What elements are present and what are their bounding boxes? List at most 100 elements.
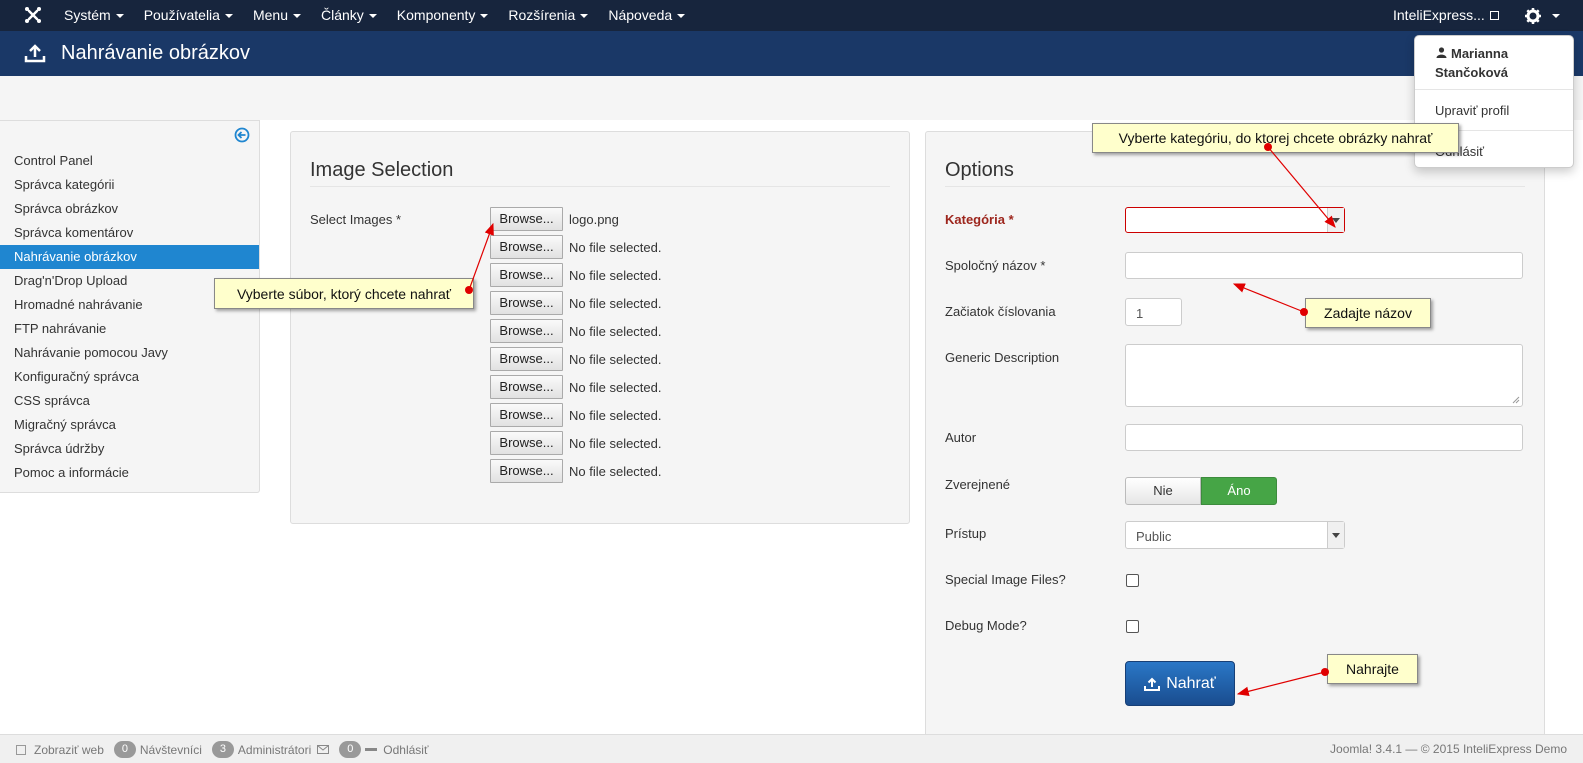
- caret-down-icon: [115, 14, 124, 19]
- description-textarea[interactable]: [1125, 344, 1523, 407]
- published-yes-button[interactable]: Áno: [1201, 477, 1277, 505]
- browse-button[interactable]: Browse...: [490, 207, 563, 231]
- access-value: Public: [1136, 529, 1172, 544]
- edit-profile-link[interactable]: Upraviť profil: [1435, 103, 1509, 118]
- browse-button[interactable]: Browse...: [490, 235, 563, 259]
- site-link[interactable]: InteliExpress...: [1393, 0, 1499, 31]
- menu-articles[interactable]: Články: [321, 0, 377, 31]
- author-input[interactable]: [1125, 424, 1523, 451]
- menu-help[interactable]: Nápoveda: [608, 0, 686, 31]
- browse-button[interactable]: Browse...: [490, 319, 563, 343]
- visitors-label: Návštevníci: [139, 742, 202, 757]
- numbering-start-label: Začiatok číslovania: [945, 304, 1056, 319]
- file-status: logo.png: [569, 211, 619, 227]
- collapse-sidebar-icon[interactable]: [234, 127, 250, 143]
- sidebar-item-migration[interactable]: Migračný správca: [0, 413, 259, 437]
- numbering-start-input[interactable]: 1: [1125, 298, 1182, 326]
- browse-button[interactable]: Browse...: [490, 403, 563, 427]
- admins-count-badge: 3: [211, 741, 234, 758]
- messages-count-badge: 0: [339, 741, 362, 758]
- callout-select-file: Vyberte súbor, ktorý chcete nahrať: [214, 278, 474, 309]
- divider: [1415, 89, 1573, 90]
- browse-button[interactable]: Browse...: [490, 291, 563, 315]
- file-input-row: Browse... No file selected.: [490, 235, 662, 259]
- debug-mode-checkbox[interactable]: [1126, 620, 1139, 633]
- sidebar-item-help[interactable]: Pomoc a informácie: [0, 461, 259, 485]
- menu-label: Systém: [64, 7, 111, 23]
- status-left: Zobraziť web 0 Návštevníci 3 Administrát…: [16, 741, 428, 758]
- external-link-icon: [16, 744, 26, 755]
- file-input-row: Browse... No file selected.: [490, 375, 662, 399]
- caret-down-icon: [293, 14, 301, 19]
- user-menu-toggle[interactable]: [1525, 6, 1561, 26]
- sidebar-item-maintenance[interactable]: Správca údržby: [0, 437, 259, 461]
- file-input-row: Browse... No file selected.: [490, 347, 662, 371]
- published-no-button[interactable]: Nie: [1125, 477, 1201, 505]
- file-input-row: Browse... No file selected.: [490, 291, 662, 315]
- menu-extensions[interactable]: Rozšírenia: [508, 0, 589, 31]
- sidebar-item-configuration[interactable]: Konfiguračný správca: [0, 365, 259, 389]
- file-status: No file selected.: [569, 239, 662, 255]
- divider: [310, 186, 890, 187]
- menu-menus[interactable]: Menu: [253, 0, 301, 31]
- menu-components[interactable]: Komponenty: [397, 0, 489, 31]
- sidebar-item-control-panel[interactable]: Control Panel: [0, 149, 259, 173]
- browse-button[interactable]: Browse...: [490, 375, 563, 399]
- menu-label: Rozšírenia: [508, 7, 576, 23]
- file-input-row: Browse... No file selected.: [490, 431, 662, 455]
- callout-upload: Nahrajte: [1327, 654, 1418, 684]
- sidebar-item-java-upload[interactable]: Nahrávanie pomocou Javy: [0, 341, 259, 365]
- browse-button[interactable]: Browse...: [490, 459, 563, 483]
- footer-logout-link[interactable]: Odhlásiť: [383, 743, 428, 757]
- common-name-label: Spoločný názov *: [945, 258, 1046, 273]
- browse-button[interactable]: Browse...: [490, 347, 563, 371]
- category-select[interactable]: [1125, 207, 1345, 233]
- main-menu: Systém Používatelia Menu Články Komponen…: [64, 0, 705, 31]
- sidebar-item-ftp-upload[interactable]: FTP nahrávanie: [0, 317, 259, 341]
- top-navbar: Systém Používatelia Menu Články Komponen…: [0, 0, 1583, 31]
- debug-mode-label: Debug Mode?: [945, 618, 1027, 633]
- toolbar-area: [0, 76, 1583, 120]
- browse-button[interactable]: Browse...: [490, 263, 563, 287]
- callout-select-category: Vyberte kategóriu, do ktorej chcete obrá…: [1092, 123, 1459, 153]
- sidebar-item-categories[interactable]: Správca kategórii: [0, 173, 259, 197]
- menu-system[interactable]: Systém: [64, 0, 124, 31]
- visitors-count-badge: 0: [113, 741, 136, 758]
- callout-enter-name: Zadajte názov: [1305, 298, 1431, 328]
- upload-button[interactable]: Nahrať: [1125, 661, 1235, 706]
- special-files-checkbox[interactable]: [1126, 574, 1139, 587]
- caret-down-icon: [580, 14, 589, 19]
- file-status: No file selected.: [569, 379, 662, 395]
- file-status: No file selected.: [569, 463, 662, 479]
- browse-button[interactable]: Browse...: [490, 431, 563, 455]
- gear-icon: [1525, 8, 1541, 24]
- options-title: Options: [945, 159, 1014, 181]
- upload-icon: [24, 44, 46, 63]
- file-input-row: Browse... No file selected.: [490, 263, 662, 287]
- envelope-icon[interactable]: [317, 745, 330, 754]
- sidebar-item-upload-images[interactable]: Nahrávanie obrázkov: [0, 245, 259, 269]
- site-name: InteliExpress...: [1393, 7, 1485, 23]
- joomla-logo-icon[interactable]: [24, 6, 42, 24]
- user-name-text: Marianna Stančoková: [1435, 46, 1509, 80]
- file-status: No file selected.: [569, 295, 662, 311]
- sidebar-item-images[interactable]: Správca obrázkov: [0, 197, 259, 221]
- author-label: Autor: [945, 430, 977, 445]
- chevron-down-icon: [1327, 522, 1344, 548]
- menu-label: Komponenty: [396, 7, 476, 23]
- admins-label: Administrátori: [237, 742, 312, 757]
- sidebar-item-comments[interactable]: Správca komentárov: [0, 221, 259, 245]
- file-status: No file selected.: [569, 407, 662, 423]
- access-select[interactable]: Public: [1125, 521, 1345, 549]
- file-status: No file selected.: [569, 267, 662, 283]
- resize-handle-icon[interactable]: [1510, 394, 1520, 404]
- external-link-icon: [1489, 10, 1499, 20]
- sidebar-menu: Control Panel Správca kategórii Správca …: [0, 149, 259, 485]
- file-input-row: Browse... No file selected.: [490, 319, 662, 343]
- menu-users[interactable]: Používatelia: [144, 0, 233, 31]
- minus-icon: [365, 747, 378, 751]
- common-name-input[interactable]: [1125, 252, 1523, 279]
- view-site-link[interactable]: Zobraziť web: [34, 743, 104, 757]
- sidebar-item-css[interactable]: CSS správca: [0, 389, 259, 413]
- title-bar: Nahrávanie obrázkov: [0, 31, 1583, 76]
